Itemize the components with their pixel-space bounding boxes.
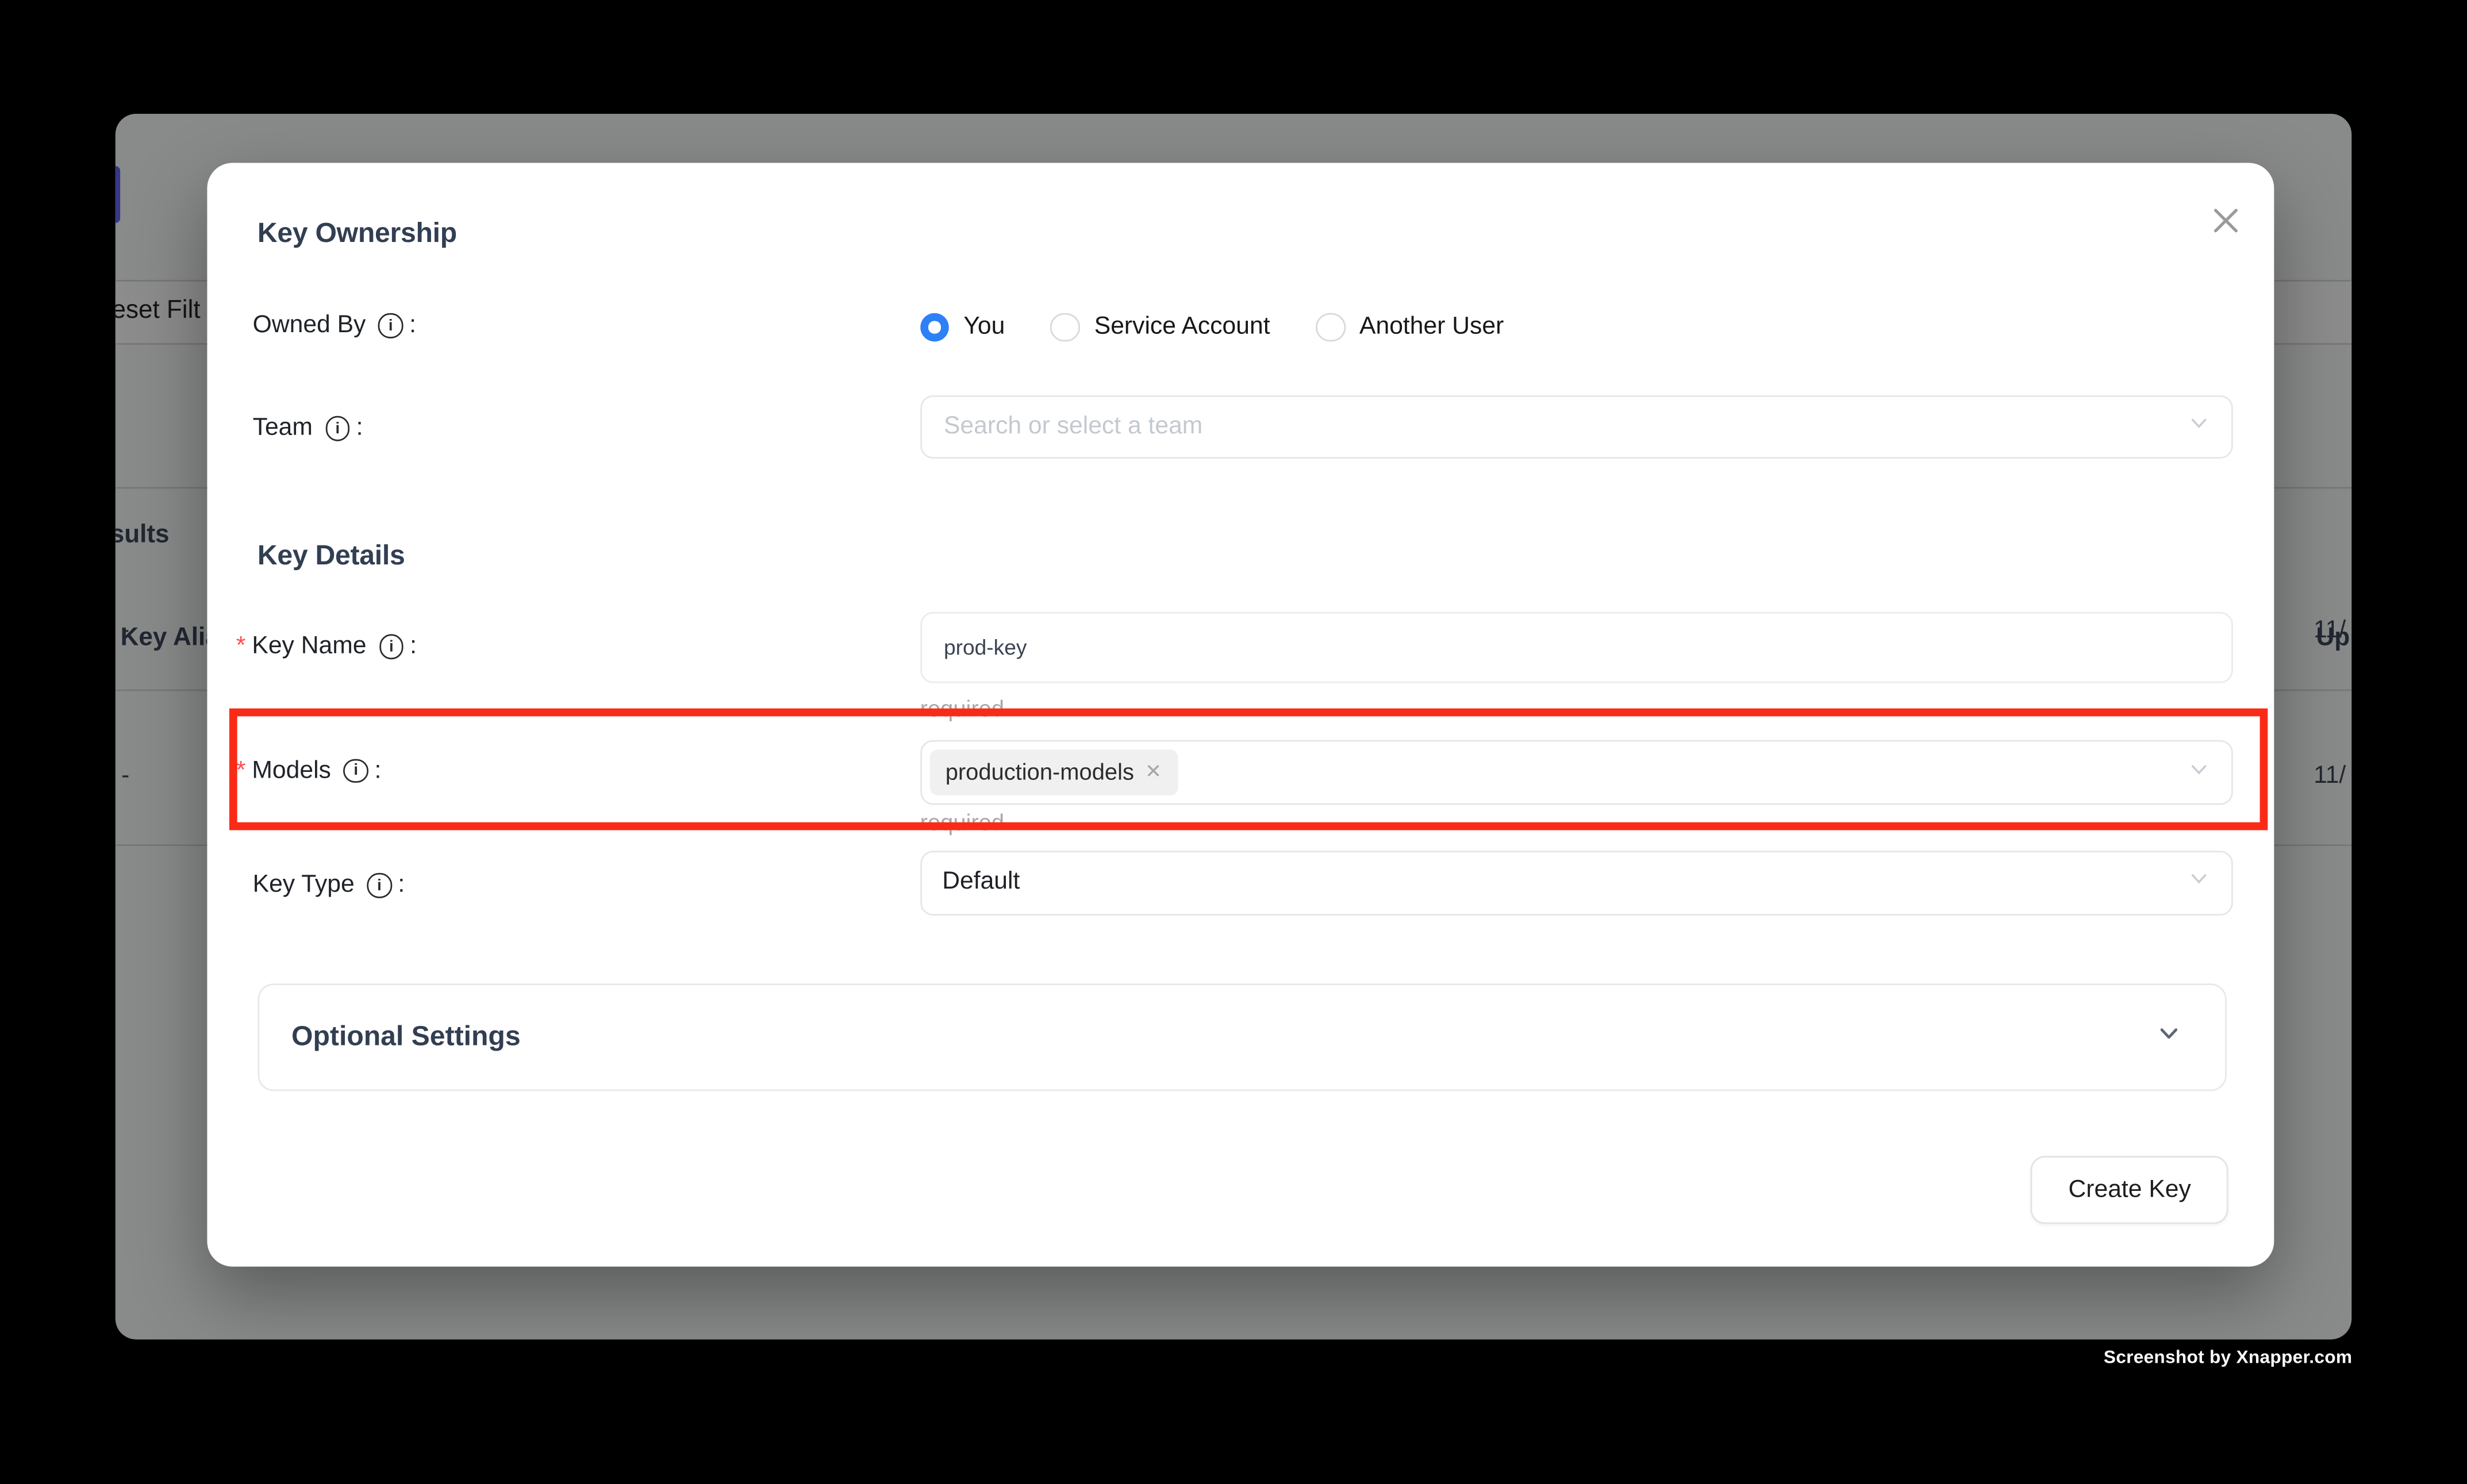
chevron-down-icon <box>2187 867 2210 898</box>
key-name-required-hint: required <box>920 698 1004 723</box>
radio-selected-icon <box>920 313 950 343</box>
owned-by-label: Owned By i : <box>253 312 416 341</box>
key-details-section-title: Key Details <box>258 539 405 572</box>
key-name-label: * Key Name i : <box>236 633 417 662</box>
team-select[interactable] <box>920 395 2233 459</box>
key-name-field[interactable] <box>920 612 2233 683</box>
optional-settings-title: Optional Settings <box>291 1021 521 1054</box>
info-icon: i <box>344 759 368 783</box>
models-required-hint: required <box>920 812 1004 837</box>
chevron-down-icon <box>2155 1020 2182 1055</box>
create-key-button[interactable]: Create Key <box>2030 1156 2228 1224</box>
team-search-input[interactable] <box>921 413 2092 441</box>
modal-title: Key Ownership <box>258 216 457 249</box>
models-multiselect[interactable]: production-models ✕ <box>920 740 2233 805</box>
create-key-modal: Key Ownership Owned By i : You Service A… <box>207 163 2275 1266</box>
key-type-select[interactable]: Default <box>920 851 2233 916</box>
screenshot-canvas: eset Filt sults Key Alia Up - 11/ - 11/ … <box>0 0 2467 1484</box>
remove-tag-icon[interactable]: ✕ <box>1145 763 1162 782</box>
selected-model-tag: production-models ✕ <box>929 749 1177 795</box>
required-marker: * <box>236 757 246 786</box>
required-marker: * <box>236 633 246 662</box>
key-type-label: Key Type i : <box>253 871 405 900</box>
info-icon: i <box>325 417 350 441</box>
radio-owned-by-another-user[interactable]: Another User <box>1316 313 1504 343</box>
radio-unselected-icon <box>1316 313 1345 343</box>
info-icon: i <box>367 874 392 898</box>
radio-owned-by-service-account[interactable]: Service Account <box>1051 313 1270 343</box>
watermark: Screenshot by Xnapper.com <box>2104 1348 2352 1367</box>
key-name-input[interactable] <box>921 636 2092 660</box>
owned-by-radio-group: You Service Account Another User <box>920 303 1504 352</box>
team-label: Team i : <box>253 414 363 443</box>
models-label: * Models i : <box>236 757 382 786</box>
close-icon[interactable] <box>2210 204 2242 236</box>
optional-settings-expander[interactable]: Optional Settings <box>258 984 2226 1091</box>
info-icon: i <box>379 635 404 659</box>
chevron-down-icon <box>2187 757 2210 789</box>
key-type-value: Default <box>921 868 1020 897</box>
info-icon: i <box>378 314 403 339</box>
radio-unselected-icon <box>1051 313 1080 343</box>
radio-owned-by-you[interactable]: You <box>920 313 1005 343</box>
chevron-down-icon <box>2187 411 2210 443</box>
